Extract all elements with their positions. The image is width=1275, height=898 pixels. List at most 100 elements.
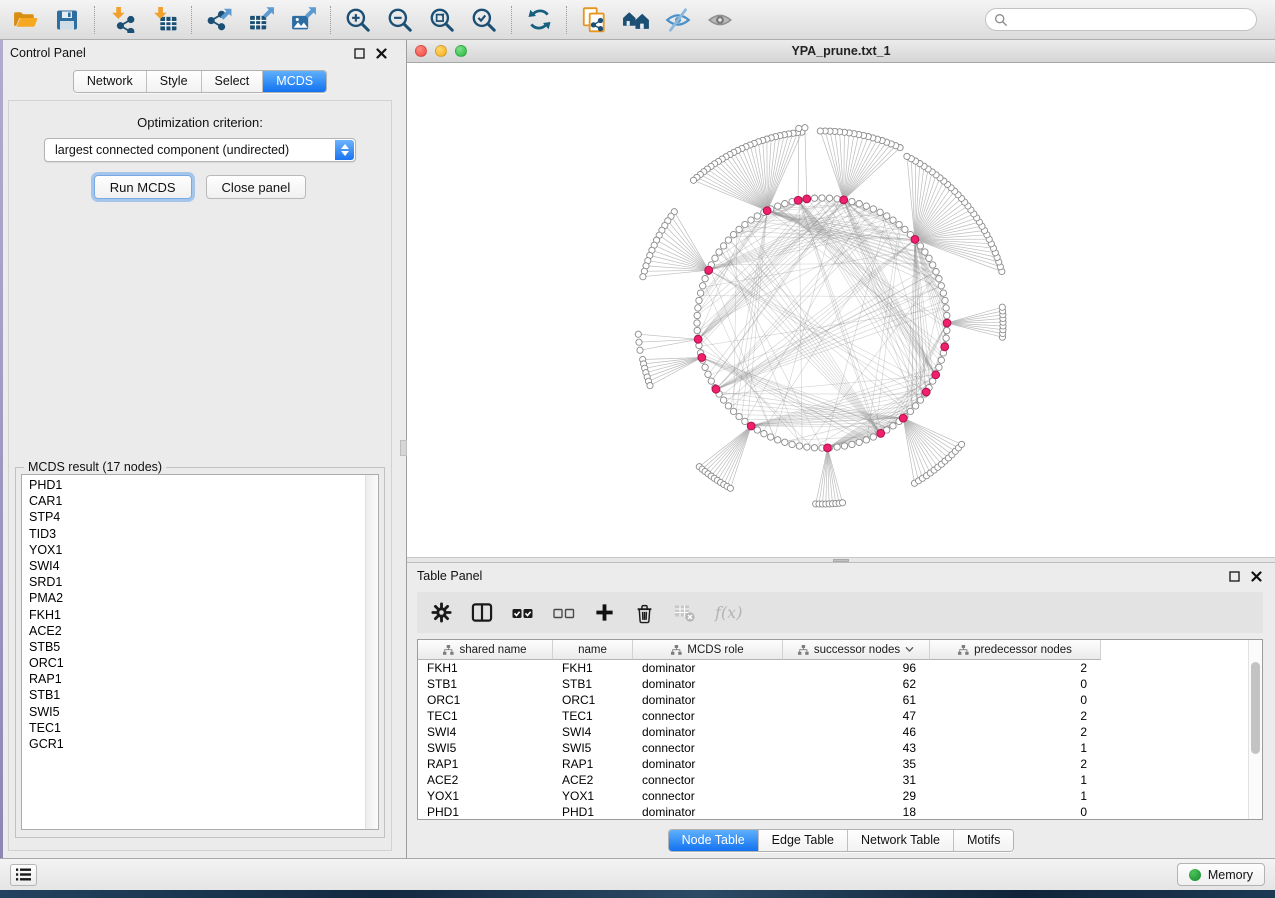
- splitter-grip[interactable]: [400, 440, 407, 456]
- export-network-button[interactable]: [198, 3, 240, 37]
- list-scrollbar[interactable]: [365, 475, 378, 829]
- table-cell: STB1: [418, 676, 553, 692]
- zoom-in-button[interactable]: [337, 3, 379, 37]
- scrollbar-thumb[interactable]: [1251, 662, 1260, 754]
- tab-network[interactable]: Network: [74, 71, 147, 92]
- mcds-node-item[interactable]: PHD1: [22, 477, 364, 493]
- open-file-button[interactable]: [4, 3, 46, 37]
- delete-column-button[interactable]: [634, 602, 655, 624]
- table-cell: SWI5: [553, 740, 633, 756]
- column-header-MCDS-role[interactable]: MCDS role: [633, 640, 783, 660]
- task-history-button[interactable]: [10, 864, 37, 886]
- network-view[interactable]: [407, 63, 1275, 557]
- mcds-node-item[interactable]: FKH1: [22, 607, 364, 623]
- table-row[interactable]: FKH1FKH1dominator962: [418, 660, 1262, 676]
- mcds-node-item[interactable]: SWI5: [22, 704, 364, 720]
- mcds-node-item[interactable]: RAP1: [22, 671, 364, 687]
- mcds-node-item[interactable]: STB1: [22, 687, 364, 703]
- mcds-node-item[interactable]: ORC1: [22, 655, 364, 671]
- zoom-out-button[interactable]: [379, 3, 421, 37]
- close-panel-button[interactable]: [372, 45, 390, 61]
- zoom-selected-button[interactable]: [463, 3, 505, 37]
- export-table-button[interactable]: [240, 3, 282, 37]
- network-graph[interactable]: [407, 63, 1275, 557]
- table-row[interactable]: PHD1PHD1dominator180: [418, 804, 1262, 820]
- deselect-all-button[interactable]: [553, 602, 575, 624]
- mcds-node-item[interactable]: TID3: [22, 526, 364, 542]
- add-column-button[interactable]: [594, 602, 615, 623]
- run-mcds-button[interactable]: Run MCDS: [94, 175, 192, 199]
- table-row[interactable]: TEC1TEC1connector472: [418, 708, 1262, 724]
- mcds-node-item[interactable]: YOX1: [22, 542, 364, 558]
- table-row[interactable]: STB1STB1dominator620: [418, 676, 1262, 692]
- save-session-button[interactable]: [46, 3, 88, 37]
- memory-button[interactable]: Memory: [1177, 863, 1265, 886]
- select-all-button[interactable]: [512, 602, 534, 624]
- table-row[interactable]: RAP1RAP1dominator352: [418, 756, 1262, 772]
- float-panel-button[interactable]: [1225, 568, 1243, 584]
- mcds-node-item[interactable]: SRD1: [22, 574, 364, 590]
- table-row[interactable]: YOX1YOX1connector291: [418, 788, 1262, 804]
- search-field[interactable]: [985, 8, 1257, 31]
- import-network-icon: [109, 6, 136, 33]
- desktop-edge: [0, 40, 3, 858]
- tab-network-table[interactable]: Network Table: [848, 830, 954, 851]
- search-input[interactable]: [1008, 13, 1256, 27]
- plus-icon: [594, 602, 615, 623]
- vertical-splitter[interactable]: [400, 40, 407, 858]
- export-image-button[interactable]: [282, 3, 324, 37]
- mcds-panel: Optimization criterion: largest connecte…: [8, 100, 392, 851]
- close-panel-button[interactable]: [1247, 568, 1265, 584]
- table-panel-title: Table Panel: [417, 569, 482, 583]
- tab-motifs[interactable]: Motifs: [954, 830, 1013, 851]
- column-settings-button[interactable]: [431, 602, 452, 623]
- mcds-node-item[interactable]: TEC1: [22, 720, 364, 736]
- mcds-node-item[interactable]: PMA2: [22, 590, 364, 606]
- table-cell: 0: [930, 676, 1101, 692]
- hide-selected-button[interactable]: [657, 3, 699, 37]
- import-network-button[interactable]: [101, 3, 143, 37]
- import-table-button[interactable]: [143, 3, 185, 37]
- table-row[interactable]: SWI4SWI4dominator462: [418, 724, 1262, 740]
- table-cell: SWI4: [418, 724, 553, 740]
- tab-style[interactable]: Style: [147, 71, 202, 92]
- mcds-node-item[interactable]: STB5: [22, 639, 364, 655]
- mcds-node-item[interactable]: CAR1: [22, 493, 364, 509]
- tab-mcds[interactable]: MCDS: [263, 71, 326, 92]
- column-header-shared-name[interactable]: shared name: [418, 640, 553, 660]
- show-column-panel-button[interactable]: [471, 602, 493, 623]
- network-window-titlebar: YPA_prune.txt_1: [407, 40, 1275, 63]
- mcds-node-item[interactable]: SWI4: [22, 558, 364, 574]
- close-panel-button-secondary[interactable]: Close panel: [206, 175, 307, 199]
- column-header-predecessor-nodes[interactable]: predecessor nodes: [930, 640, 1101, 660]
- refresh-button[interactable]: [518, 3, 560, 37]
- table-cell: RAP1: [553, 756, 633, 772]
- mcds-result-list[interactable]: PHD1CAR1STP4TID3YOX1SWI4SRD1PMA2FKH1ACE2…: [21, 474, 379, 830]
- tab-edge-table[interactable]: Edge Table: [759, 830, 848, 851]
- mcds-node-item[interactable]: GCR1: [22, 736, 364, 752]
- zoom-fit-button[interactable]: [421, 3, 463, 37]
- tab-node-table[interactable]: Node Table: [669, 830, 759, 851]
- float-panel-button[interactable]: [350, 45, 368, 61]
- table-scrollbar[interactable]: [1248, 640, 1262, 819]
- mcds-node-item[interactable]: ACE2: [22, 623, 364, 639]
- search-icon: [994, 13, 1008, 27]
- first-neighbors-button[interactable]: [615, 3, 657, 37]
- duplicate-network-button[interactable]: [573, 3, 615, 37]
- table-row[interactable]: ACE2ACE2connector311: [418, 772, 1262, 788]
- column-header-successor-nodes[interactable]: successor nodes: [783, 640, 930, 660]
- column-header-name[interactable]: name: [553, 640, 633, 660]
- splitter-grip[interactable]: [833, 559, 849, 562]
- optimization-criterion-select[interactable]: largest connected component (undirected): [44, 138, 356, 162]
- table-cell: YOX1: [553, 788, 633, 804]
- tab-select[interactable]: Select: [202, 71, 264, 92]
- table-row[interactable]: ORC1ORC1dominator610: [418, 692, 1262, 708]
- toolbar-separator: [511, 6, 512, 34]
- checked-boxes-icon: [512, 602, 534, 624]
- table-cell: ORC1: [553, 692, 633, 708]
- table-cell: 2: [930, 708, 1101, 724]
- table-row[interactable]: SWI5SWI5connector431: [418, 740, 1262, 756]
- mcds-node-item[interactable]: STP4: [22, 509, 364, 525]
- show-all-button[interactable]: [699, 3, 741, 37]
- table-cell: dominator: [633, 724, 783, 740]
